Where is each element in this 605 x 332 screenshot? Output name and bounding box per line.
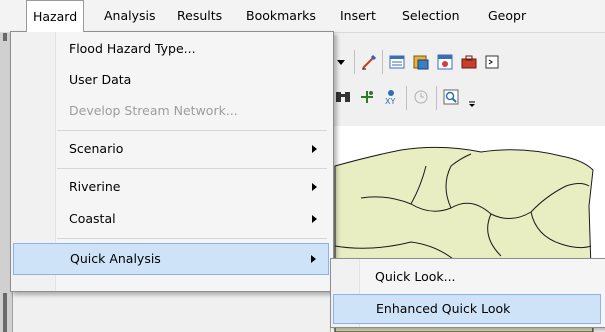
menu-item-enhanced-quick-look[interactable]: Enhanced Quick Look: [333, 294, 601, 324]
zoom-to-layer-icon[interactable]: [442, 88, 460, 106]
toolbar-separator: [382, 50, 383, 74]
menu-bookmarks[interactable]: Bookmarks: [240, 0, 322, 32]
dock-splitter[interactable]: [3, 293, 7, 332]
menu-item-riverine[interactable]: Riverine: [13, 172, 329, 202]
menu-item-label: Riverine: [69, 179, 121, 194]
menu-item-user-data[interactable]: User Data: [13, 65, 329, 95]
menu-item-flood-hazard-type[interactable]: Flood Hazard Type...: [13, 34, 329, 64]
menu-item-label: Flood Hazard Type...: [69, 41, 196, 56]
python-icon[interactable]: [412, 53, 430, 71]
toolbar-separator: [406, 86, 407, 110]
menu-separator: [57, 130, 327, 131]
toolbar-separator: [354, 50, 355, 74]
menu-bar: Hazard Analysis Results Bookmarks Insert…: [0, 0, 605, 33]
menu-item-label: Enhanced Quick Look: [376, 301, 511, 316]
toolbar-overflow-icon[interactable]: [464, 92, 482, 110]
go-to-xy-icon[interactable]: [358, 88, 376, 106]
menu-analysis[interactable]: Analysis: [98, 0, 162, 32]
arc-catalog-icon[interactable]: [436, 53, 454, 71]
menu-selection[interactable]: Selection: [396, 0, 466, 32]
time-slider-icon[interactable]: [412, 88, 430, 106]
menu-item-develop-stream-network: Develop Stream Network...: [13, 96, 329, 126]
tools-toolbar: XY: [330, 80, 605, 116]
menu-insert[interactable]: Insert: [334, 0, 382, 32]
menu-item-label: User Data: [69, 72, 132, 87]
svg-text:XY: XY: [385, 97, 395, 106]
command-line-icon[interactable]: [484, 53, 502, 71]
submenu-arrow-icon: [312, 215, 317, 223]
toolbar-separator: [436, 86, 437, 110]
menu-item-label: Develop Stream Network...: [69, 103, 238, 118]
submenu-arrow-icon: [312, 183, 317, 191]
toolbox-icon[interactable]: [460, 53, 478, 71]
table-window-icon[interactable]: [388, 53, 406, 71]
menu-item-coastal[interactable]: Coastal: [13, 204, 329, 234]
quick-analysis-submenu: Quick Look... Enhanced Quick Look: [330, 258, 605, 328]
menu-item-quick-analysis[interactable]: Quick Analysis: [13, 243, 329, 275]
grip-icon: [3, 33, 7, 41]
find-binoculars-icon[interactable]: [334, 88, 352, 106]
dropdown-icon[interactable]: [332, 53, 350, 71]
measure-xy-icon[interactable]: XY: [382, 88, 400, 106]
menu-geoprocessing[interactable]: Geopr: [482, 0, 532, 32]
hazard-menu: Flood Hazard Type... User Data Develop S…: [10, 31, 334, 292]
menu-item-scenario[interactable]: Scenario: [13, 134, 329, 164]
standard-toolbar: [330, 44, 605, 80]
menu-item-quick-look[interactable]: Quick Look...: [333, 262, 601, 292]
menu-item-label: Scenario: [69, 141, 124, 156]
menu-hazard[interactable]: Hazard: [26, 0, 85, 32]
menu-item-label: Quick Look...: [375, 269, 456, 284]
menu-item-label: Coastal: [69, 211, 116, 226]
menu-separator: [57, 238, 327, 239]
menu-item-label: Quick Analysis: [70, 251, 161, 266]
menu-results[interactable]: Results: [171, 0, 228, 32]
submenu-arrow-icon: [311, 255, 316, 263]
edit-sketch-icon[interactable]: [360, 53, 378, 71]
submenu-arrow-icon: [312, 145, 317, 153]
menu-separator: [57, 168, 327, 169]
